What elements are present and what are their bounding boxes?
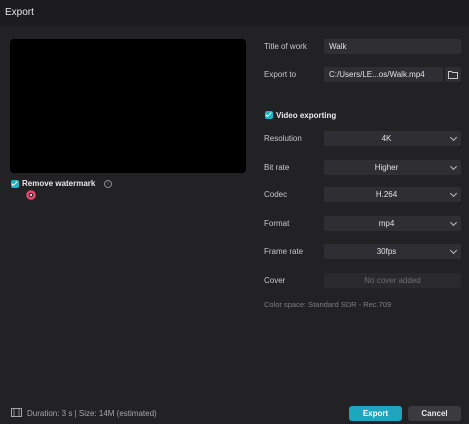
format-label: Format xyxy=(264,219,290,228)
browse-folder-button[interactable] xyxy=(445,67,461,82)
donut-icon xyxy=(26,190,36,200)
title-of-work-input[interactable]: Walk xyxy=(324,39,461,54)
framerate-select[interactable]: 30fps xyxy=(324,244,461,259)
codec-label: Codec xyxy=(264,190,288,199)
bitrate-select[interactable]: Higher xyxy=(324,160,461,175)
bitrate-label: Bit rate xyxy=(264,163,290,172)
export-path-value: C:/Users/LE...os/Walk.mp4 xyxy=(329,70,425,79)
framerate-value: 30fps xyxy=(376,247,397,256)
codec-value: H.264 xyxy=(375,190,398,199)
format-select[interactable]: mp4 xyxy=(324,216,461,231)
video-exporting-checkbox[interactable] xyxy=(265,111,273,119)
cover-label: Cover xyxy=(264,276,286,285)
video-exporting-label: Video exporting xyxy=(276,111,337,120)
duration-size-info: Duration: 3 s | Size: 14M (estimated) xyxy=(27,409,157,418)
export-path-input[interactable]: C:/Users/LE...os/Walk.mp4 xyxy=(324,67,443,82)
title-of-work-label: Title of work xyxy=(264,42,307,51)
cancel-button[interactable]: Cancel xyxy=(408,406,461,421)
export-dialog: Export Remove watermark i Title of work … xyxy=(0,0,469,424)
video-preview xyxy=(10,39,246,173)
title-of-work-value: Walk xyxy=(329,42,347,51)
film-icon xyxy=(11,408,22,417)
framerate-label: Frame rate xyxy=(264,247,304,256)
info-icon[interactable]: i xyxy=(104,180,112,188)
cover-select[interactable]: No cover added xyxy=(324,273,461,288)
cover-value: No cover added xyxy=(364,276,421,285)
title-bar: Export xyxy=(0,0,469,26)
resolution-value: 4K xyxy=(381,134,392,143)
color-space-info: Color space: Standard SDR - Rec.709 xyxy=(264,300,392,309)
chevron-down-icon xyxy=(449,189,458,198)
folder-icon xyxy=(448,71,458,79)
export-to-label: Export to xyxy=(264,70,297,79)
codec-select[interactable]: H.264 xyxy=(324,187,461,202)
bitrate-value: Higher xyxy=(374,163,399,172)
format-value: mp4 xyxy=(378,219,395,228)
resolution-label: Resolution xyxy=(264,134,302,143)
chevron-down-icon xyxy=(449,246,458,255)
export-button[interactable]: Export xyxy=(349,406,402,421)
chevron-down-icon xyxy=(449,162,458,171)
remove-watermark-label: Remove watermark xyxy=(22,179,96,188)
resolution-select[interactable]: 4K xyxy=(324,131,461,146)
chevron-down-icon xyxy=(449,218,458,227)
dialog-title: Export xyxy=(5,7,34,18)
chevron-down-icon xyxy=(449,133,458,142)
remove-watermark-checkbox[interactable] xyxy=(11,180,19,188)
